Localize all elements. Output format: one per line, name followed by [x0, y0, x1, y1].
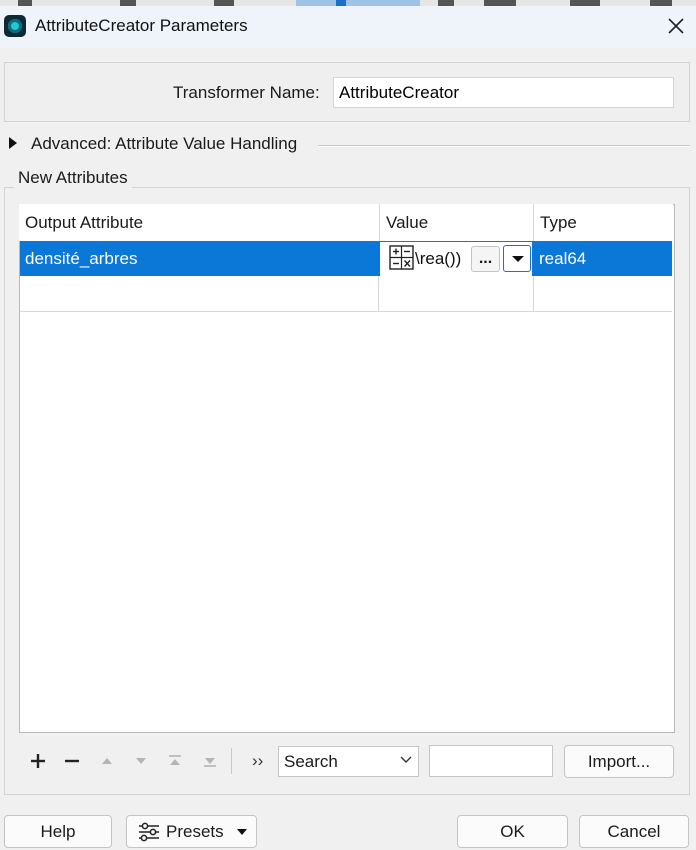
value-cell-text[interactable]: \rea()) — [415, 249, 461, 269]
toolbar-separator — [231, 748, 232, 774]
type-cell[interactable]: real64 — [539, 249, 586, 269]
table-row-empty[interactable] — [20, 276, 672, 312]
chevron-down-icon[interactable] — [399, 753, 413, 767]
move-down-icon[interactable] — [130, 750, 152, 772]
new-attributes-label: New Attributes — [14, 168, 132, 188]
calculator-icon[interactable] — [389, 245, 414, 270]
advanced-section-toggle[interactable]: Advanced: Attribute Value Handling — [31, 134, 297, 154]
value-more-button[interactable]: ... — [471, 246, 500, 272]
add-icon[interactable] — [27, 750, 49, 772]
output-attribute-cell[interactable]: densité_arbres — [25, 249, 137, 269]
move-top-icon[interactable] — [164, 750, 186, 772]
move-bottom-icon[interactable] — [199, 750, 221, 772]
cell-divider — [378, 276, 379, 312]
dropdown-caret-icon — [237, 829, 247, 835]
column-header-value[interactable]: Value — [379, 204, 533, 241]
window-title: AttributeCreator Parameters — [35, 16, 248, 35]
column-header-type[interactable]: Type — [533, 204, 673, 241]
toolbar-overflow-button[interactable]: ›› — [252, 751, 263, 771]
search-field-select[interactable]: Search — [278, 746, 419, 777]
help-button[interactable]: Help — [4, 815, 112, 848]
title-bar: AttributeCreator Parameters — [0, 6, 696, 48]
presets-button[interactable]: Presets — [126, 815, 257, 848]
app-icon — [4, 15, 26, 37]
section-divider — [318, 145, 690, 147]
remove-icon[interactable] — [61, 750, 83, 772]
ok-button[interactable]: OK — [457, 815, 568, 848]
import-button[interactable]: Import... — [564, 745, 674, 778]
presets-label: Presets — [166, 822, 224, 841]
transformer-name-label: Transformer Name: — [173, 83, 320, 102]
close-icon[interactable] — [664, 14, 688, 38]
cell-divider — [533, 276, 534, 312]
search-input[interactable] — [429, 745, 553, 777]
transformer-name-input[interactable] — [333, 77, 674, 108]
cancel-button[interactable]: Cancel — [579, 815, 689, 848]
presets-sliders-icon — [139, 822, 159, 842]
move-up-icon[interactable] — [96, 750, 118, 772]
expand-arrow-icon[interactable] — [9, 137, 17, 149]
column-header-output-attribute[interactable]: Output Attribute — [19, 204, 379, 241]
dropdown-arrow-icon[interactable] — [503, 245, 531, 272]
